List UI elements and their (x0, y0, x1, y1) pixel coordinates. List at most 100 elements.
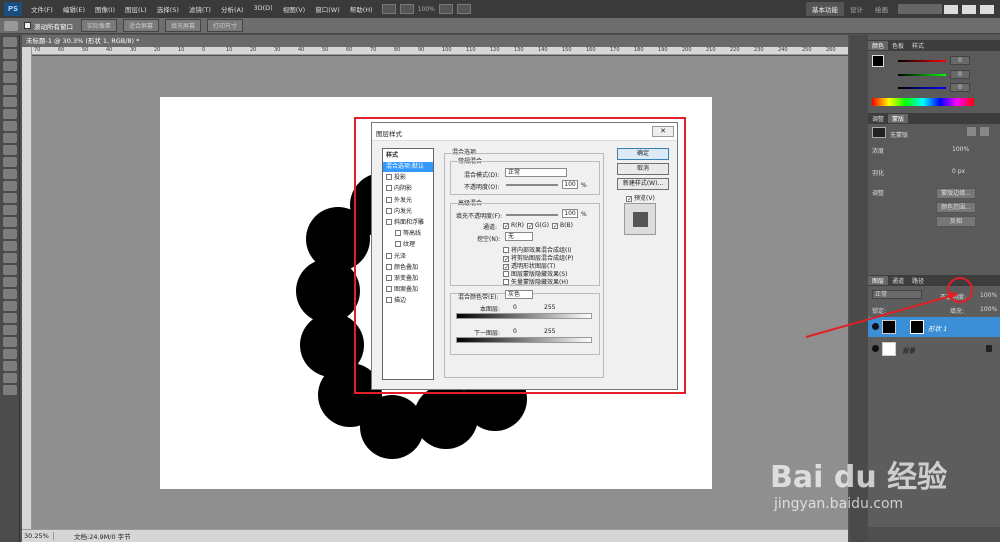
restore-icon[interactable] (962, 4, 976, 14)
tool-icon[interactable] (2, 181, 17, 191)
menu-item[interactable]: 文件(F) (26, 4, 58, 14)
blue-slider[interactable] (898, 87, 946, 89)
adjustments-panel: 调整 蒙版 (868, 113, 1000, 124)
tool-icon[interactable] (2, 265, 17, 275)
tool-icon[interactable] (2, 241, 17, 251)
menu-item[interactable]: 滤镜(T) (184, 4, 216, 14)
workspace-design[interactable]: 设计 (844, 4, 869, 14)
tool-icon[interactable] (2, 301, 17, 311)
color-spectrum[interactable] (872, 98, 974, 106)
tool-icon[interactable] (2, 205, 17, 215)
layer-fill-value[interactable]: 100% (980, 306, 997, 313)
search-field[interactable] (898, 4, 942, 14)
tab-swatches[interactable]: 色板 (888, 41, 908, 50)
eye-icon[interactable] (872, 323, 879, 330)
blue-value[interactable]: 0 (950, 83, 970, 92)
actual-pixels-button[interactable]: 实际像素 (81, 19, 118, 32)
add-pixel-mask-icon[interactable] (967, 127, 976, 136)
photoshop-logo-icon: PS (4, 2, 22, 16)
tool-icon[interactable] (2, 85, 17, 95)
tool-icon[interactable] (2, 217, 17, 227)
scroll-all-checkbox[interactable] (24, 22, 31, 29)
ruler-tick: 80 (394, 47, 401, 53)
red-value[interactable]: 0 (950, 56, 970, 65)
tool-icon[interactable] (2, 289, 17, 299)
add-vector-mask-icon[interactable] (980, 127, 989, 136)
mini-bridge-icon[interactable] (399, 4, 414, 14)
tool-icon[interactable] (2, 49, 17, 59)
tool-icon[interactable] (2, 337, 17, 347)
foreground-color-swatch[interactable] (872, 55, 884, 67)
layer-row-shape[interactable]: 形状 1 (868, 317, 1000, 337)
tool-icon[interactable] (2, 373, 17, 383)
green-value[interactable]: 0 (950, 70, 970, 79)
menu-item[interactable]: 3D(D) (248, 4, 277, 14)
feather-value[interactable]: 0 px (952, 168, 965, 175)
workspace-painting[interactable]: 绘画 (869, 4, 894, 14)
layer-opacity-value[interactable]: 100% (980, 292, 997, 299)
menu-item[interactable]: 窗口(W) (310, 4, 345, 14)
tab-color[interactable]: 颜色 (868, 41, 889, 50)
close-window-icon[interactable] (980, 4, 994, 14)
layer-blend-mode[interactable]: 正常 (872, 290, 922, 299)
tab-masks[interactable]: 蒙版 (888, 114, 909, 123)
tool-icon[interactable] (2, 169, 17, 179)
tool-icon[interactable] (2, 349, 17, 359)
tool-icon[interactable] (2, 37, 17, 47)
tool-icon[interactable] (2, 157, 17, 167)
tool-icon[interactable] (2, 109, 17, 119)
tool-icon[interactable] (2, 313, 17, 323)
print-size-button[interactable]: 打印尺寸 (207, 19, 244, 32)
invert-button[interactable]: 反相 (936, 216, 976, 227)
color-range-button[interactable]: 颜色范围... (936, 202, 976, 213)
tab-channels[interactable]: 通道 (888, 276, 908, 285)
screen-mode-icon[interactable] (456, 4, 471, 14)
menu-item[interactable]: 帮助(H) (345, 4, 378, 14)
mask-edge-button[interactable]: 蒙版边缘... (936, 188, 976, 199)
tab-adjustments[interactable]: 调整 (868, 114, 888, 123)
status-zoom[interactable]: 30.25% (22, 532, 54, 540)
hand-tool-icon[interactable] (4, 20, 18, 31)
tool-icon[interactable] (2, 277, 17, 287)
menu-item[interactable]: 图像(I) (90, 4, 120, 14)
tool-icon[interactable] (2, 193, 17, 203)
tool-icon[interactable] (2, 121, 17, 131)
eye-icon[interactable] (872, 345, 879, 352)
menu-item[interactable]: 分析(A) (216, 4, 249, 14)
tool-icon[interactable] (2, 229, 17, 239)
layer-name[interactable]: 形状 1 (928, 323, 947, 333)
menu-item[interactable]: 选择(S) (152, 4, 184, 14)
tab-layers[interactable]: 图层 (868, 276, 889, 285)
green-slider[interactable] (898, 74, 946, 76)
tool-icon[interactable] (2, 361, 17, 371)
tool-icon[interactable] (2, 145, 17, 155)
tool-icon[interactable] (2, 73, 17, 83)
tool-icon[interactable] (2, 133, 17, 143)
menu-item[interactable]: 编辑(E) (58, 4, 90, 14)
layer-row-background[interactable]: 背景 (868, 339, 1000, 359)
density-label: 浓度 (872, 148, 885, 155)
density-value[interactable]: 100% (952, 146, 969, 153)
fit-screen-button[interactable]: 适合屏幕 (123, 19, 160, 32)
tool-icon[interactable] (2, 325, 17, 335)
tool-icon[interactable] (2, 61, 17, 71)
workspace-essentials[interactable]: 基本功能 (806, 2, 844, 16)
pixel-mask-icon[interactable] (872, 127, 886, 138)
minimize-icon[interactable] (944, 4, 958, 14)
red-slider[interactable] (898, 60, 946, 62)
menu-item[interactable]: 图层(L) (120, 4, 152, 14)
zoom-level[interactable]: 100% (418, 6, 435, 13)
document-tab[interactable]: 未标题-1 @ 30.3% (形状 1, RGB/8) * (22, 35, 848, 47)
bridge-icon[interactable] (381, 4, 396, 14)
ruler-tick: 40 (106, 47, 113, 53)
layer-name[interactable]: 背景 (902, 345, 915, 355)
tool-icon[interactable] (2, 97, 17, 107)
tool-icon[interactable] (2, 385, 17, 395)
fill-screen-button[interactable]: 填充屏幕 (165, 19, 202, 32)
tool-icon[interactable] (2, 253, 17, 263)
ruler-tick: 130 (514, 47, 524, 53)
tab-paths[interactable]: 路径 (908, 276, 928, 285)
tab-styles[interactable]: 样式 (908, 41, 928, 50)
arrange-documents-icon[interactable] (438, 4, 453, 14)
menu-item[interactable]: 视图(V) (278, 4, 311, 14)
